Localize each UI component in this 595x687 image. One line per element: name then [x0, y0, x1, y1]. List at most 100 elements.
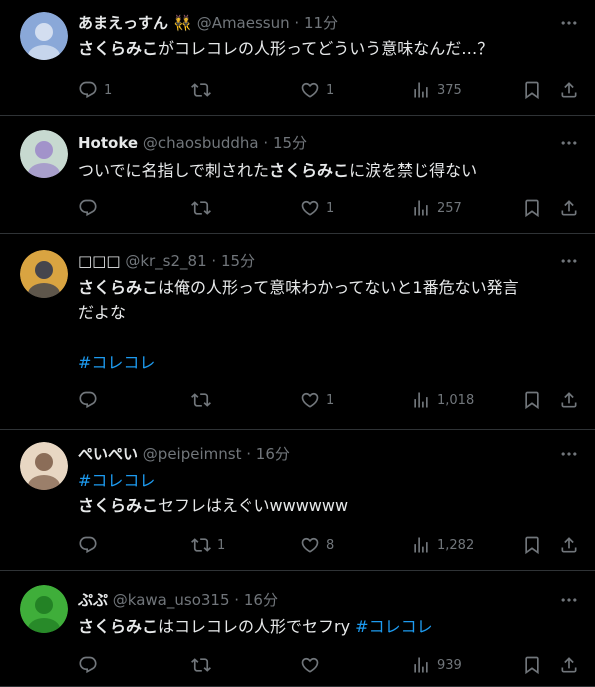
avatar[interactable]	[20, 585, 68, 633]
tweet[interactable]: ぺいぺい @peipeimnst · 16分 #コレコレ さくらみこセフレはえぐい…	[0, 430, 595, 571]
reply-button[interactable]	[78, 535, 104, 555]
tweet-text: さくらみこは俺の人形って意味わかってないと1番危ない発言 だよな #コレコレ	[78, 275, 519, 375]
timestamp[interactable]: 15分	[221, 252, 255, 270]
tweet-text: ついでに名指しで刺されたさくらみこに涙を禁じ得ない	[78, 158, 477, 183]
tweet-header: □□□ @kr_s2_81 · 15分	[78, 250, 255, 272]
views-count: 939	[437, 657, 462, 673]
user-handle[interactable]: @peipeimnst	[143, 445, 242, 463]
timestamp[interactable]: 11分	[304, 14, 338, 32]
user-handle[interactable]: @Amaessun	[197, 14, 290, 32]
hashtag-link[interactable]: #コレコレ	[78, 471, 155, 490]
more-icon[interactable]	[559, 251, 579, 271]
avatar[interactable]	[20, 250, 68, 298]
like-button[interactable]: 1	[300, 80, 334, 100]
views-button[interactable]: 257	[411, 198, 462, 218]
tweet-text-segment: セフレはえぐいwwwwww	[158, 496, 349, 515]
bookmark-button[interactable]	[522, 535, 542, 555]
user-handle[interactable]: @kr_s2_81	[125, 252, 206, 270]
retweet-button[interactable]	[191, 198, 217, 218]
reply-icon	[78, 655, 98, 675]
timestamp[interactable]: 16分	[244, 591, 278, 609]
like-button[interactable]: 1	[300, 198, 334, 218]
timestamp[interactable]: 15分	[273, 134, 307, 152]
tweet-text: さくらみこはコレコレの人形でセフry #コレコレ	[78, 614, 433, 639]
more-icon[interactable]	[559, 13, 579, 33]
highlighted-term: さくらみこ	[269, 161, 350, 180]
share-button[interactable]	[559, 198, 579, 218]
display-name[interactable]: Hotoke	[78, 134, 138, 152]
bookmark-button[interactable]	[522, 198, 542, 218]
retweet-icon	[191, 80, 211, 100]
separator-dot: ·	[234, 591, 240, 609]
reply-icon	[78, 535, 98, 555]
retweet-icon	[191, 198, 211, 218]
retweet-icon	[191, 535, 211, 555]
tweet[interactable]: ぷぷ @kawa_uso315 · 16分さくらみこはコレコレの人形でセフry …	[0, 571, 595, 687]
retweet-button[interactable]: 1	[191, 535, 225, 555]
retweet-button[interactable]	[191, 390, 217, 410]
like-button[interactable]	[300, 655, 326, 675]
hashtag-link[interactable]: #コレコレ	[355, 617, 432, 636]
like-count: 1	[326, 82, 335, 98]
bookmark-button[interactable]	[522, 80, 542, 100]
views-count: 1,282	[437, 537, 475, 553]
share-icon	[559, 80, 579, 100]
highlighted-term: さくらみこ	[78, 496, 159, 515]
more-icon[interactable]	[559, 444, 579, 464]
share-button[interactable]	[559, 390, 579, 410]
bookmark-icon	[522, 198, 542, 218]
tweet[interactable]: □□□ @kr_s2_81 · 15分さくらみこは俺の人形って意味わかってないと…	[0, 234, 595, 430]
avatar[interactable]	[20, 12, 68, 60]
share-button[interactable]	[559, 535, 579, 555]
more-icon[interactable]	[559, 133, 579, 153]
retweet-icon	[191, 655, 211, 675]
tweet[interactable]: Hotoke @chaosbuddha · 15分 ついでに名指しで刺されたさくら…	[0, 116, 595, 234]
bookmark-button[interactable]	[522, 390, 542, 410]
more-icon[interactable]	[559, 590, 579, 610]
hashtag-link[interactable]: #コレコレ	[78, 353, 155, 372]
retweet-button[interactable]	[191, 655, 217, 675]
reply-button[interactable]: 1	[78, 80, 112, 100]
display-name[interactable]: ぷぷ	[78, 591, 108, 609]
like-button[interactable]: 8	[300, 535, 334, 555]
share-button[interactable]	[559, 80, 579, 100]
like-button[interactable]: 1	[300, 390, 334, 410]
views-button[interactable]: 939	[411, 655, 462, 675]
bookmark-icon	[522, 535, 542, 555]
tweet-text-segment: に涙を禁じ得ない	[349, 161, 478, 180]
heart-icon	[300, 390, 320, 410]
bookmark-button[interactable]	[522, 655, 542, 675]
reply-count: 1	[104, 82, 113, 98]
tweet-actions: 939	[78, 655, 583, 675]
user-handle[interactable]: @kawa_uso315	[113, 591, 230, 609]
views-chart-icon	[411, 390, 431, 410]
tweet-text: #コレコレ さくらみこセフレはえぐいwwwwww	[78, 468, 348, 518]
tweet-text-segment: ついでに名指しで刺された	[78, 161, 270, 180]
display-name[interactable]: □□□	[78, 252, 121, 270]
retweet-icon	[191, 390, 211, 410]
reply-icon	[78, 390, 98, 410]
separator-dot: ·	[263, 134, 269, 152]
separator-dot: ·	[294, 14, 300, 32]
display-name[interactable]: あまえっすん 👯	[78, 14, 192, 32]
bookmark-icon	[522, 390, 542, 410]
avatar[interactable]	[20, 130, 68, 178]
bookmark-icon	[522, 80, 542, 100]
tweet[interactable]: あまえっすん 👯 @Amaessun · 11分 さくらみこがコレコレの人形ってど…	[0, 0, 595, 116]
display-name[interactable]: ぺいぺい	[78, 445, 138, 463]
share-button[interactable]	[559, 655, 579, 675]
reply-button[interactable]	[78, 390, 104, 410]
timestamp[interactable]: 16分	[256, 445, 290, 463]
reply-button[interactable]	[78, 198, 104, 218]
user-handle[interactable]: @chaosbuddha	[143, 134, 259, 152]
avatar[interactable]	[20, 442, 68, 490]
share-icon	[559, 655, 579, 675]
views-button[interactable]: 1,018	[411, 390, 474, 410]
views-button[interactable]: 1,282	[411, 535, 474, 555]
views-button[interactable]: 375	[411, 80, 462, 100]
tweet-header: あまえっすん 👯 @Amaessun · 11分	[78, 12, 338, 34]
tweet-actions: 1 257	[78, 198, 583, 218]
retweet-button[interactable]	[191, 80, 217, 100]
views-count: 375	[437, 82, 462, 98]
reply-button[interactable]	[78, 655, 104, 675]
